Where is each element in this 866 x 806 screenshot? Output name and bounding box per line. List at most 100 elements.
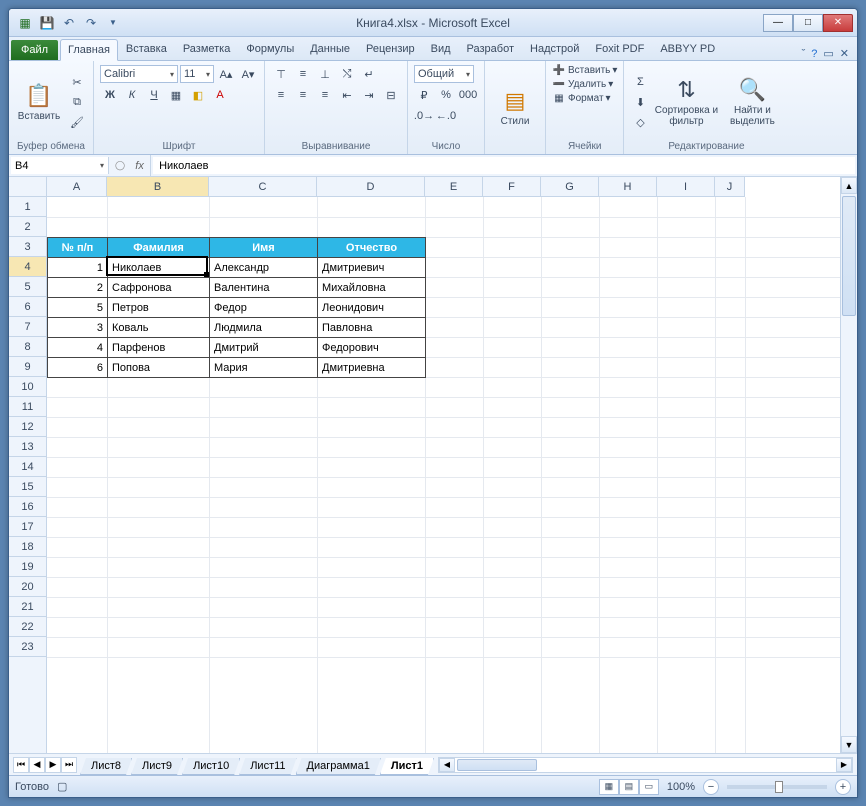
sheet-tab-Лист10[interactable]: Лист10 [182,758,240,775]
sheet-next-button[interactable]: ▶ [45,757,61,773]
percent-icon[interactable]: % [436,86,456,104]
align-top-icon[interactable]: ⊤ [271,65,291,83]
row-header-1[interactable]: 1 [9,197,46,217]
italic-icon[interactable]: К [122,86,142,104]
ribbon-tab-7[interactable]: Разработ [459,38,522,60]
cell[interactable]: 5 [48,298,108,318]
sheet-last-button[interactable]: ⏭ [61,757,77,773]
window-close-icon[interactable]: ✕ [840,47,849,60]
table-row[interactable]: 6ПоповаМарияДмитриевна [48,358,426,378]
cell[interactable]: Федор [210,298,318,318]
qat-dropdown-icon[interactable]: ▼ [103,13,123,33]
row-header-4[interactable]: 4 [9,257,46,277]
align-bottom-icon[interactable]: ⊥ [315,65,335,83]
zoom-percent[interactable]: 100% [667,781,695,793]
normal-view-button[interactable]: ▦ [599,779,619,795]
ribbon-tab-8[interactable]: Надстрой [522,38,587,60]
scroll-right-button[interactable]: ▶ [836,758,852,772]
row-header-23[interactable]: 23 [9,637,46,657]
align-left-icon[interactable]: ≡ [271,86,291,104]
formula-bar[interactable]: Николаев [153,157,855,174]
cell[interactable]: 1 [48,258,108,278]
insert-cells-button[interactable]: ➕Вставить ▾ [552,65,617,76]
font-color-icon[interactable]: A [210,86,230,104]
cell[interactable]: 6 [48,358,108,378]
cell[interactable]: Сафронова [108,278,210,298]
column-header-C[interactable]: C [209,177,317,196]
increase-indent-icon[interactable]: ⇥ [359,86,379,104]
ribbon-tab-3[interactable]: Формулы [238,38,302,60]
row-header-3[interactable]: 3 [9,237,46,257]
cell[interactable]: Мария [210,358,318,378]
vertical-scroll-thumb[interactable] [842,196,856,316]
row-header-5[interactable]: 5 [9,277,46,297]
grid-body[interactable]: № п/пФамилияИмяОтчество1НиколаевАлександ… [47,197,840,753]
find-select-button[interactable]: 🔍 Найти и выделить [722,65,782,139]
table-row[interactable]: 2СафроноваВалентинаМихайловна [48,278,426,298]
column-header-G[interactable]: G [541,177,599,196]
row-header-14[interactable]: 14 [9,457,46,477]
redo-icon[interactable]: ↷ [81,13,101,33]
undo-icon[interactable]: ↶ [59,13,79,33]
cell[interactable]: 2 [48,278,108,298]
scroll-left-button[interactable]: ◀ [439,758,455,772]
column-header-I[interactable]: I [657,177,715,196]
row-header-10[interactable]: 10 [9,377,46,397]
cell[interactable]: Дмитриевна [318,358,426,378]
sheet-first-button[interactable]: ⏮ [13,757,29,773]
zoom-thumb[interactable] [775,781,783,793]
row-header-19[interactable]: 19 [9,557,46,577]
ribbon-tab-5[interactable]: Рецензир [358,38,423,60]
row-header-13[interactable]: 13 [9,437,46,457]
row-header-11[interactable]: 11 [9,397,46,417]
paste-button[interactable]: 📋 Вставить [15,65,63,139]
select-all-corner[interactable] [9,177,47,197]
clear-icon[interactable]: ◇ [630,113,650,131]
ribbon-tab-1[interactable]: Вставка [118,38,175,60]
row-header-22[interactable]: 22 [9,617,46,637]
row-header-2[interactable]: 2 [9,217,46,237]
zoom-out-button[interactable]: − [703,779,719,795]
table-row[interactable]: 4ПарфеновДмитрийФедорович [48,338,426,358]
column-header-H[interactable]: H [599,177,657,196]
minimize-button[interactable]: — [763,14,793,32]
align-center-icon[interactable]: ≡ [293,86,313,104]
sheet-tab-Лист8[interactable]: Лист8 [80,758,132,775]
autosum-icon[interactable]: Σ [630,73,650,91]
format-painter-icon[interactable]: 🖌 [67,113,87,131]
shrink-font-icon[interactable]: A▾ [238,65,258,83]
window-restore-icon[interactable]: ▭ [823,47,833,60]
cell[interactable]: 4 [48,338,108,358]
table-header[interactable]: № п/п [48,238,108,258]
close-button[interactable]: ✕ [823,14,853,32]
column-header-J[interactable]: J [715,177,745,196]
row-header-8[interactable]: 8 [9,337,46,357]
grow-font-icon[interactable]: A▴ [216,65,236,83]
align-right-icon[interactable]: ≡ [315,86,335,104]
sort-filter-button[interactable]: ⇅ Сортировка и фильтр [654,65,718,139]
cell[interactable]: Коваль [108,318,210,338]
cell[interactable]: Леонидович [318,298,426,318]
horizontal-scroll-thumb[interactable] [457,759,537,771]
page-break-view-button[interactable]: ▭ [639,779,659,795]
copy-icon[interactable]: ⧉ [67,93,87,111]
zoom-in-button[interactable]: + [835,779,851,795]
table-header[interactable]: Отчество [318,238,426,258]
cell[interactable]: Павловна [318,318,426,338]
ribbon-tab-0[interactable]: Главная [60,39,118,61]
row-header-12[interactable]: 12 [9,417,46,437]
table-header[interactable]: Имя [210,238,318,258]
column-header-D[interactable]: D [317,177,425,196]
page-layout-view-button[interactable]: ▤ [619,779,639,795]
table-row[interactable]: 3КовальЛюдмилаПавловна [48,318,426,338]
horizontal-scrollbar[interactable]: ◀ ▶ [438,757,853,773]
cell[interactable]: Николаев [108,258,210,278]
underline-icon[interactable]: Ч [144,86,164,104]
table-header[interactable]: Фамилия [108,238,210,258]
cell[interactable]: Валентина [210,278,318,298]
column-header-A[interactable]: A [47,177,107,196]
sheet-tab-Диаграмма1[interactable]: Диаграмма1 [296,758,381,775]
cell[interactable]: Михайловна [318,278,426,298]
currency-icon[interactable]: ₽ [414,86,434,104]
row-header-6[interactable]: 6 [9,297,46,317]
